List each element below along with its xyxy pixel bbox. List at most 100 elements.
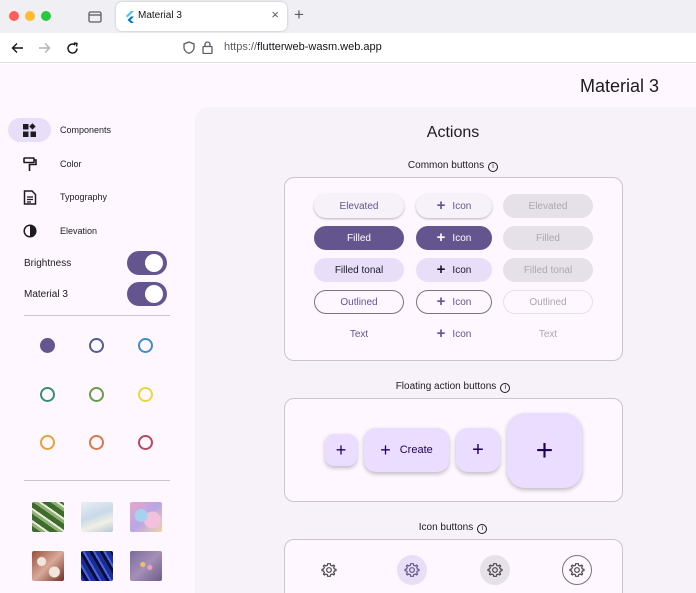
browser-tab[interactable]: Material 3 × <box>116 2 287 31</box>
rail-item-indicator <box>8 219 51 243</box>
info-icon[interactable]: i <box>488 162 499 172</box>
button-label: Icon <box>452 264 472 276</box>
add-icon: + <box>436 229 446 246</box>
stripes-image[interactable] <box>81 551 113 581</box>
info-icon[interactable]: i <box>477 524 488 534</box>
filled-button[interactable]: Filled <box>314 226 404 250</box>
settings-icon <box>404 563 420 577</box>
rail-item-label: Elevation <box>60 226 98 236</box>
forward-arrow-icon[interactable] <box>36 40 52 56</box>
color-seed-option[interactable] <box>89 338 104 353</box>
format-paint-icon <box>22 156 37 171</box>
new-tab-button[interactable]: + <box>294 6 304 24</box>
color-seed-option[interactable] <box>89 387 104 402</box>
rail-item-typography[interactable]: Typography <box>8 185 158 209</box>
brightness-switch[interactable] <box>127 251 167 275</box>
icon-buttons-title: Icon buttons <box>418 522 474 533</box>
rail-item-indicator <box>8 152 51 176</box>
tab-overview-icon[interactable] <box>85 7 105 25</box>
material3-switch[interactable] <box>127 282 167 306</box>
add-icon: + <box>436 325 446 342</box>
add-icon: + <box>380 440 391 460</box>
color-seed-option[interactable] <box>89 435 104 450</box>
rail-item-color[interactable]: Color <box>8 152 158 176</box>
browser-tab-bar: Material 3 × + <box>0 0 696 33</box>
button-label: Outlined <box>340 296 378 308</box>
color-seed-option[interactable] <box>138 338 153 353</box>
app-title: Material 3 <box>579 76 659 96</box>
flowers-image[interactable] <box>32 551 64 581</box>
fireworks-image[interactable] <box>130 551 162 581</box>
text-button[interactable]: Text <box>314 322 404 346</box>
lock-icon[interactable] <box>202 41 213 54</box>
large-fab[interactable]: + <box>507 413 582 488</box>
tonal-icon-button-settings[interactable] <box>480 555 510 585</box>
button-label: Icon <box>452 232 472 244</box>
rail-item-label: Typography <box>60 192 108 202</box>
common-buttons-heading: Common buttons i <box>195 160 696 172</box>
button-label: Text <box>349 328 369 340</box>
text-icon-button[interactable]: + Icon <box>416 322 492 346</box>
common-buttons-card: Elevated + Icon Elevated Filled + Icon Fil… <box>284 177 623 361</box>
button-label: Filled <box>536 232 560 244</box>
app-window: Material 3 Components Color Typography E… <box>0 64 696 593</box>
section-title-actions: Actions <box>426 124 480 141</box>
add-icon: + <box>535 433 554 467</box>
color-seed-option[interactable] <box>138 387 153 402</box>
small-fab[interactable]: + <box>325 434 357 466</box>
fab[interactable]: + <box>456 428 500 472</box>
color-seed-option[interactable] <box>40 387 55 402</box>
extended-fab[interactable]: + Create <box>364 428 449 472</box>
add-icon: + <box>436 293 446 310</box>
button-label: Filled tonal <box>334 264 384 276</box>
rail-item-components[interactable]: Components <box>8 118 158 142</box>
clouds-image[interactable] <box>81 502 113 532</box>
elevated-button[interactable]: Elevated <box>314 194 404 218</box>
button-label: Icon <box>452 200 472 212</box>
maximize-window-button[interactable] <box>41 11 51 21</box>
fab-heading: Floating action buttons i <box>195 381 696 393</box>
brightness-label: Brightness <box>24 257 72 269</box>
shield-icon[interactable] <box>183 41 195 54</box>
browser-nav-bar: https://flutterweb-wasm.web.app <box>0 33 696 63</box>
components-panel: Actions Common buttons i Elevated + Icon E… <box>195 107 696 593</box>
rail-item-label: Color <box>60 159 82 169</box>
color-seed-option[interactable] <box>40 435 55 450</box>
button-label: Elevated <box>339 200 379 212</box>
fab-title: Floating action buttons <box>395 381 497 392</box>
filled-icon-button[interactable]: + Icon <box>416 226 492 250</box>
rail-item-elevation[interactable]: Elevation <box>8 219 158 243</box>
filled-tonal-icon-button[interactable]: + Icon <box>416 258 492 282</box>
button-label: Filled <box>347 232 371 244</box>
filled-tonal-icon-button-settings[interactable] <box>397 555 427 585</box>
color-seed-option[interactable] <box>138 435 153 450</box>
elevated-icon-button[interactable]: + Icon <box>416 194 492 218</box>
back-arrow-icon[interactable] <box>9 40 25 56</box>
flutter-icon <box>125 10 137 23</box>
info-icon[interactable]: i <box>500 383 511 393</box>
color-seed-selected[interactable] <box>40 338 55 353</box>
url-field[interactable]: https://flutterweb-wasm.web.app <box>224 41 382 53</box>
button-label: Outlined <box>529 296 567 308</box>
bubbles-image[interactable] <box>130 502 162 532</box>
url-host: flutterweb-wasm.web.app <box>257 41 382 53</box>
close-window-button[interactable] <box>9 11 19 21</box>
icon-buttons-heading: Icon buttons i <box>195 522 696 534</box>
filled-tonal-button[interactable]: Filled tonal <box>314 258 404 282</box>
widgets-icon <box>23 122 36 137</box>
minimize-window-button[interactable] <box>25 11 35 21</box>
tab-close-icon[interactable]: × <box>271 8 279 22</box>
standard-icon-button[interactable] <box>314 555 344 585</box>
reload-icon[interactable] <box>64 40 80 56</box>
leaves-image[interactable] <box>32 502 64 532</box>
url-security-icons <box>183 41 213 54</box>
outlined-icon-button-settings[interactable] <box>562 555 592 585</box>
outlined-icon-button[interactable]: + Icon <box>416 290 492 314</box>
outlined-button[interactable]: Outlined <box>314 290 404 314</box>
elevated-button-disabled: Elevated <box>503 194 593 218</box>
settings-icon <box>321 563 337 577</box>
filled-button-disabled: Filled <box>503 226 593 250</box>
add-icon: + <box>335 440 347 460</box>
common-buttons-title: Common buttons <box>407 160 485 171</box>
url-scheme: https:// <box>224 41 258 53</box>
